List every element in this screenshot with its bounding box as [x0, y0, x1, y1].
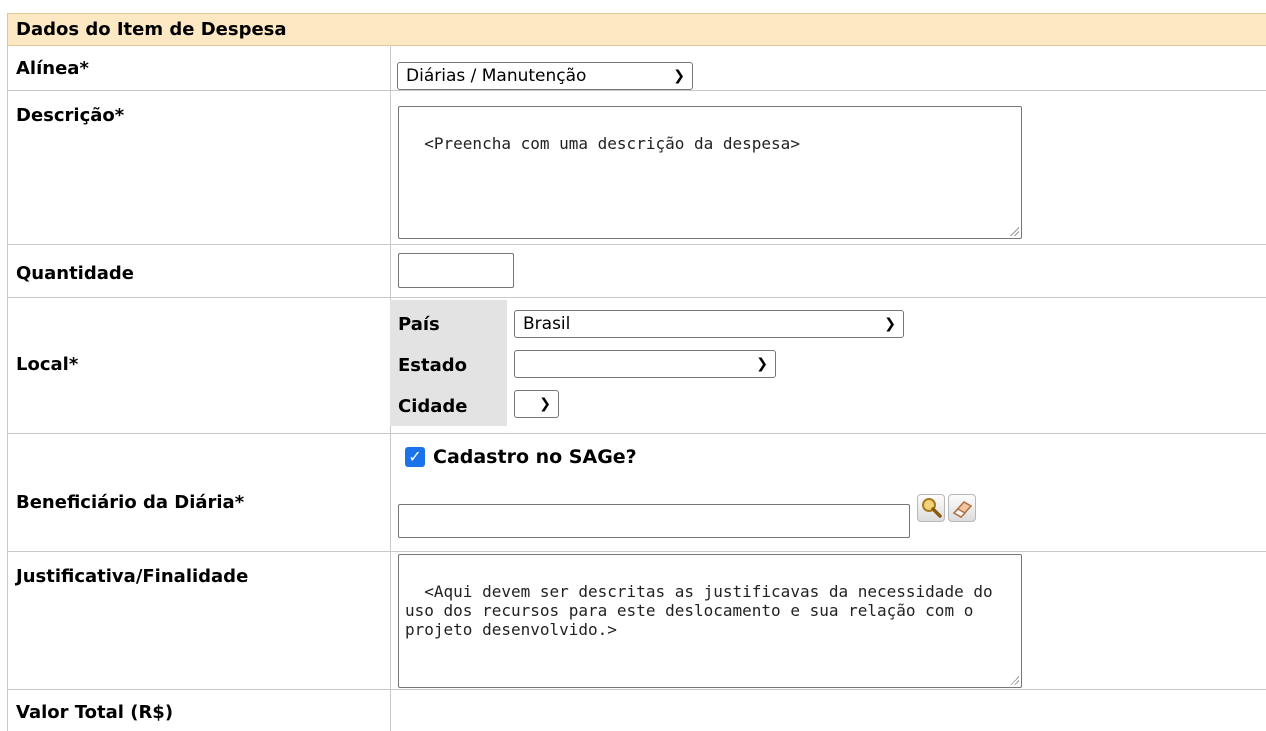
justificativa-label: Justificativa/Finalidade [16, 566, 249, 587]
cidade-label: Cidade [398, 396, 468, 417]
quantidade-label: Quantidade [16, 263, 134, 284]
justificativa-textarea[interactable]: <Aqui devem ser descritas as justificava… [398, 554, 1022, 688]
estado-select[interactable]: ❯ [514, 350, 776, 378]
descricao-text: <Preencha com uma descrição da despesa> [424, 134, 800, 153]
search-button[interactable] [917, 494, 945, 522]
local-label: Local* [16, 354, 79, 375]
valor-total-label: Valor Total (R$) [16, 702, 174, 723]
beneficiario-input[interactable] [398, 504, 910, 538]
descricao-textarea[interactable]: <Preencha com uma descrição da despesa> [398, 106, 1022, 239]
sage-checkbox[interactable]: ✓ [405, 447, 425, 467]
alinea-label: Alínea* [16, 58, 89, 79]
chevron-down-icon: ❯ [539, 396, 551, 412]
descricao-label: Descrição* [16, 105, 125, 126]
section-header: Dados do Item de Despesa [8, 13, 1266, 46]
sage-checkbox-label: Cadastro no SAGe? [433, 446, 637, 468]
clear-button[interactable] [948, 494, 976, 522]
quantidade-input[interactable] [398, 253, 514, 288]
pais-select-value: Brasil [523, 314, 571, 334]
cidade-select[interactable]: ❯ [514, 390, 559, 418]
quantidade-row: Quantidade [8, 245, 1266, 298]
chevron-down-icon: ❯ [756, 356, 768, 372]
justificativa-text: <Aqui devem ser descritas as justificava… [405, 582, 1003, 639]
valor-total-row: Valor Total (R$) [8, 690, 1266, 731]
resize-grip-icon[interactable] [1009, 675, 1019, 685]
beneficiario-label: Beneficiário da Diária* [16, 492, 245, 513]
pais-label: País [398, 314, 440, 335]
chevron-down-icon: ❯ [673, 68, 685, 84]
chevron-down-icon: ❯ [884, 316, 896, 332]
pais-select[interactable]: Brasil ❯ [514, 310, 904, 338]
alinea-select[interactable]: Diárias / Manutenção ❯ [397, 62, 693, 90]
resize-grip-icon[interactable] [1009, 226, 1019, 236]
magnifier-icon [922, 498, 942, 518]
estado-label: Estado [398, 355, 468, 376]
eraser-icon [952, 501, 973, 518]
alinea-select-value: Diárias / Manutenção [406, 66, 587, 86]
